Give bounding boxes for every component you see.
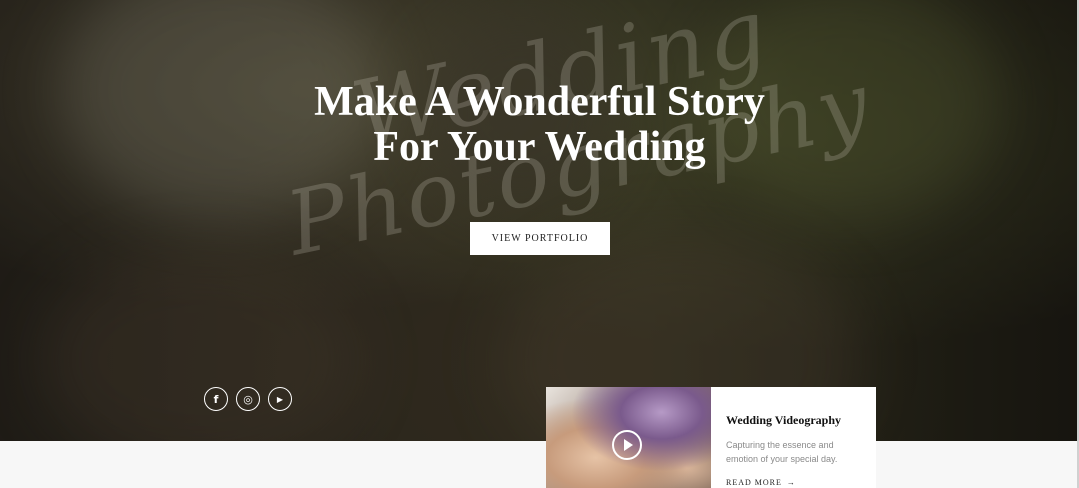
youtube-icon[interactable]: ▶ xyxy=(268,387,292,411)
card-description: Capturing the essence and emotion of you… xyxy=(726,440,838,464)
instagram-icon[interactable]: ◎ xyxy=(236,387,260,411)
play-triangle xyxy=(624,439,633,451)
page: Wedding Photography Make A Wonderful Sto… xyxy=(0,0,1079,488)
arrow-right-icon: → xyxy=(786,478,796,487)
social-links: f ◎ ▶ xyxy=(204,387,292,411)
card-body: Wedding Videography Capturing the essenc… xyxy=(711,387,876,488)
facebook-icon[interactable]: f xyxy=(204,387,228,411)
play-icon[interactable] xyxy=(612,430,642,460)
headline-line-1: Make A Wonderful Story xyxy=(314,79,765,125)
hero-headline: Make A Wonderful Story For Your Wedding xyxy=(0,80,1079,170)
read-more-label: READ MORE xyxy=(726,478,782,487)
headline-line-2: For Your Wedding xyxy=(373,124,706,170)
card-title: Wedding Videography xyxy=(726,413,842,427)
service-card: Wedding Videography Capturing the essenc… xyxy=(546,387,876,488)
card-video-thumbnail[interactable] xyxy=(546,387,711,488)
hero-section: Wedding Photography Make A Wonderful Sto… xyxy=(0,0,1079,441)
view-portfolio-button[interactable]: VIEW PORTFOLIO xyxy=(470,222,610,255)
read-more-link[interactable]: READ MORE → xyxy=(726,478,861,487)
